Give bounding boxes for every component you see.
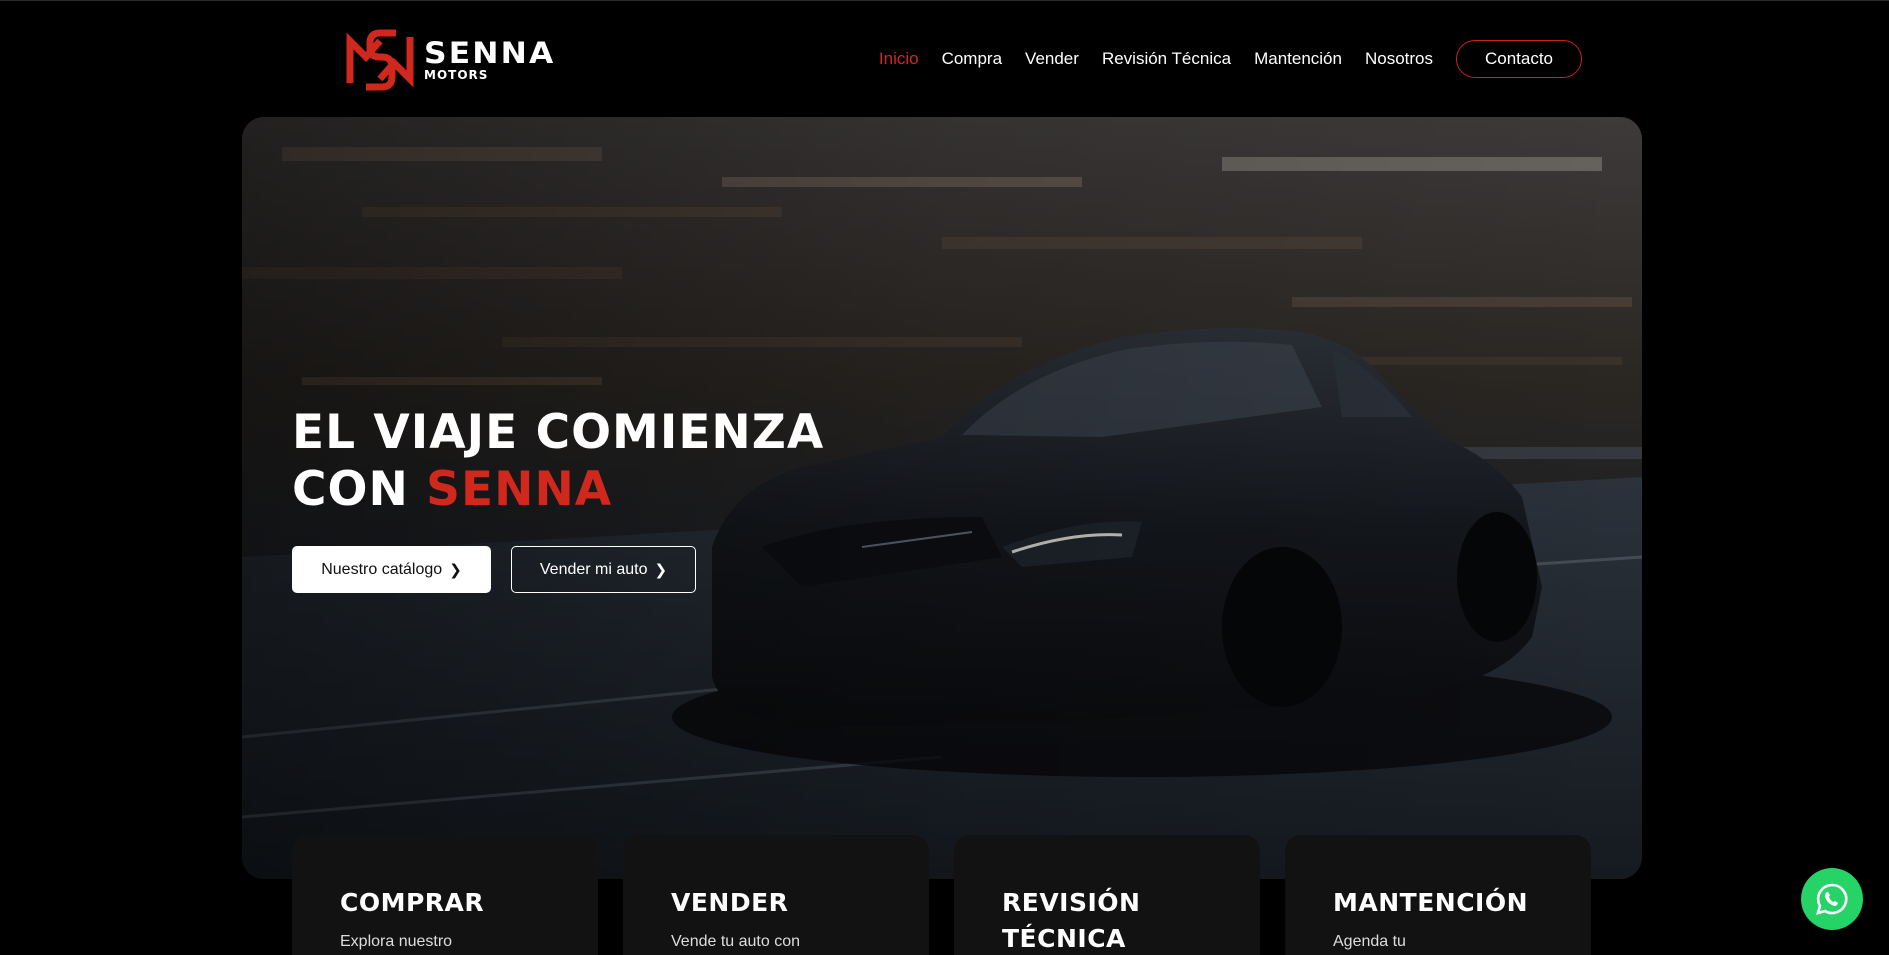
catalog-button[interactable]: Nuestro catálogo ❯ xyxy=(292,546,491,593)
catalog-button-label: Nuestro catálogo xyxy=(321,560,443,578)
service-card-vender[interactable]: VENDER Vende tu auto con xyxy=(623,835,929,955)
main-nav: Inicio Compra Vender Revisión Técnica Ma… xyxy=(879,39,1582,79)
card-text: Explora nuestro xyxy=(340,933,453,950)
card-title: MANTENCIÓN xyxy=(1333,888,1529,917)
chevron-right-icon: ❯ xyxy=(449,561,462,579)
nav-item-inicio[interactable]: Inicio xyxy=(879,49,919,69)
senna-logo-icon xyxy=(346,29,414,91)
hero-headline-prefix: CON xyxy=(292,462,427,517)
hero-headline: EL VIAJE COMIENZA CON SENNA xyxy=(292,404,824,518)
page: SENNA MOTORS Inicio Compra Vender Revisi… xyxy=(0,0,1889,955)
sell-car-button[interactable]: Vender mi auto ❯ xyxy=(511,546,696,593)
service-card-mantencion[interactable]: MANTENCIÓN Agenda tu xyxy=(1285,835,1591,955)
nav-item-vender[interactable]: Vender xyxy=(1025,49,1079,69)
card-title: REVISIÓN TÉCNICA xyxy=(1002,888,1141,953)
chevron-right-icon: ❯ xyxy=(654,561,668,579)
sell-car-button-label: Vender mi auto xyxy=(539,560,648,578)
whatsapp-button[interactable] xyxy=(1801,868,1863,930)
brand-name: SENNA xyxy=(424,36,556,70)
card-title: VENDER xyxy=(671,888,789,917)
brand-subtitle: MOTORS xyxy=(424,68,489,82)
service-card-comprar[interactable]: COMPRAR Explora nuestro xyxy=(292,835,598,955)
whatsapp-icon xyxy=(1816,883,1848,915)
brand-logo[interactable]: SENNA MOTORS xyxy=(344,27,553,93)
hero-headline-accent: SENNA xyxy=(426,462,613,517)
nav-item-nosotros[interactable]: Nosotros xyxy=(1365,49,1433,69)
card-title: COMPRAR xyxy=(340,888,485,917)
card-text: Agenda tu xyxy=(1333,933,1406,950)
nav-item-compra[interactable]: Compra xyxy=(942,49,1002,69)
hero-headline-line1: EL VIAJE COMIENZA xyxy=(292,405,825,460)
contact-button[interactable]: Contacto xyxy=(1456,40,1582,78)
nav-item-revision-tecnica[interactable]: Revisión Técnica xyxy=(1102,49,1231,69)
hero-banner: EL VIAJE COMIENZA CON SENNA Nuestro catá… xyxy=(242,117,1642,879)
nav-item-mantencion[interactable]: Mantención xyxy=(1254,49,1342,69)
service-card-revision-tecnica[interactable]: REVISIÓN TÉCNICA xyxy=(954,835,1260,955)
card-text: Vende tu auto con xyxy=(671,933,800,950)
brand-wordmark: SENNA MOTORS xyxy=(424,39,553,82)
